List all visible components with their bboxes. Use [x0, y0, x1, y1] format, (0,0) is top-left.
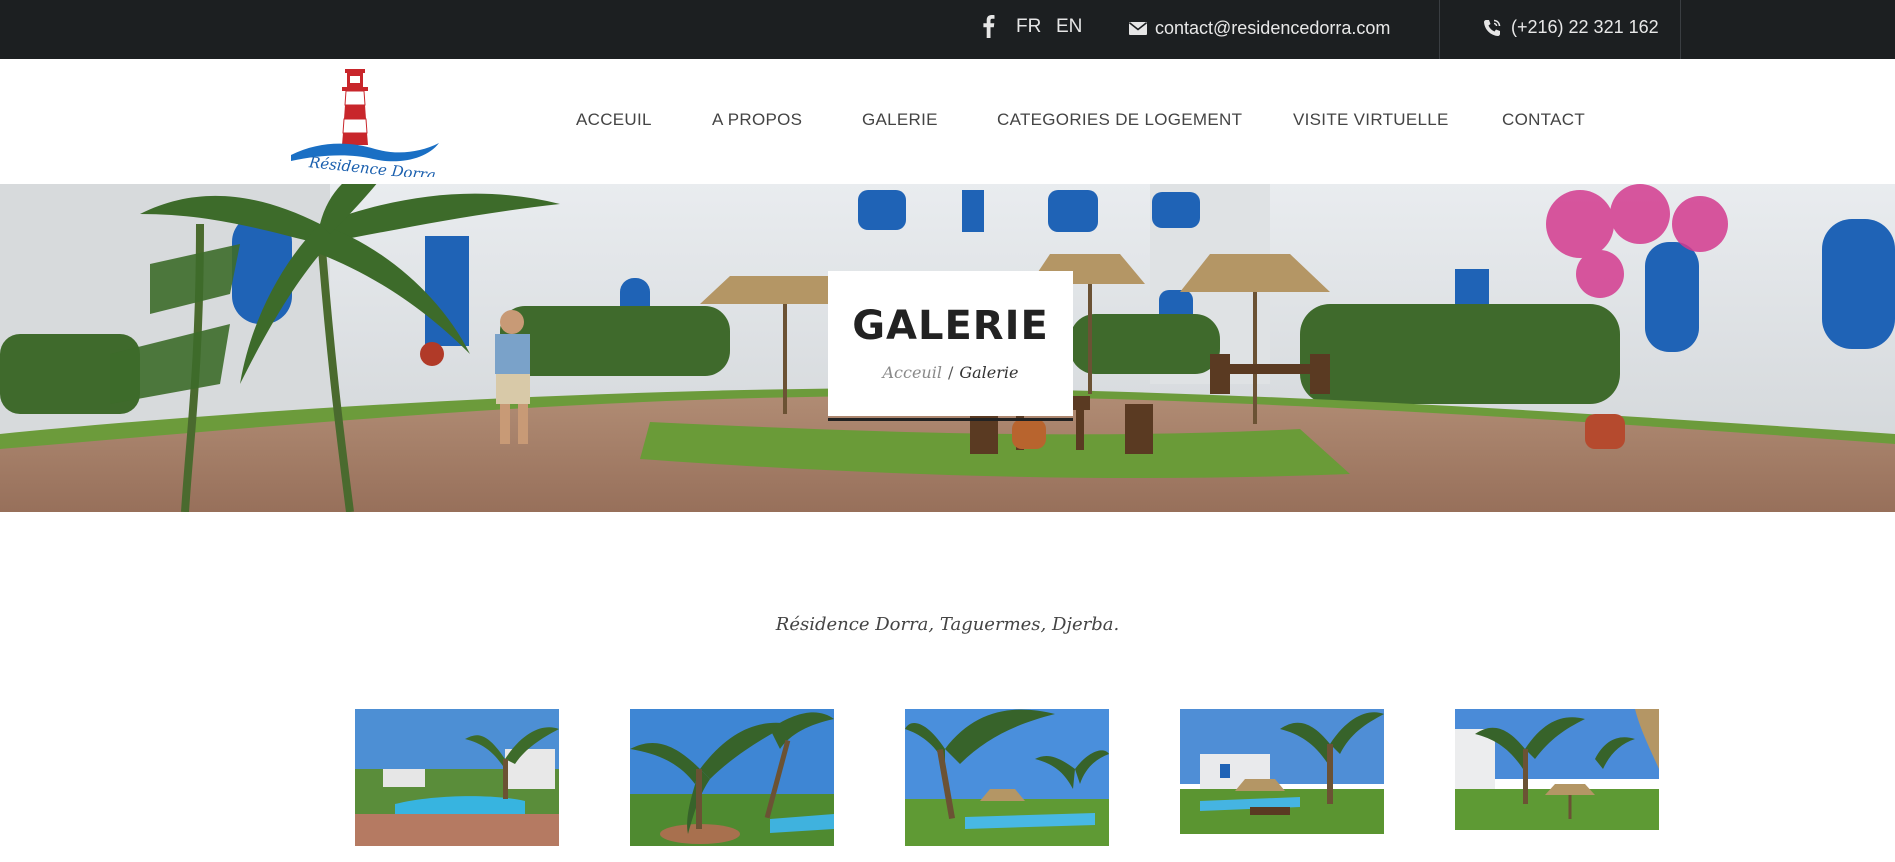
nav-item-a-propos[interactable]: A PROPOS [712, 110, 802, 130]
nav-item-contact[interactable]: CONTACT [1502, 110, 1585, 130]
email-contact[interactable]: contact@residencedorra.com [1129, 18, 1390, 39]
nav-item-categories[interactable]: CATEGORIES DE LOGEMENT [997, 110, 1242, 130]
divider [1680, 0, 1681, 59]
tagline: Résidence Dorra, Taguermes, Djerba. [775, 614, 1120, 635]
nav-item-galerie[interactable]: GALERIE [862, 110, 938, 130]
email-text: contact@residencedorra.com [1155, 18, 1391, 38]
divider [1439, 0, 1440, 59]
gallery-photo [905, 709, 1109, 846]
envelope-icon [1129, 22, 1147, 35]
breadcrumb: Acceuil / Galerie [828, 363, 1073, 382]
gallery-photo [355, 709, 559, 846]
gallery-image[interactable] [1455, 709, 1659, 830]
lang-fr-link[interactable]: FR [1016, 16, 1041, 38]
page-title-box: GALERIE Acceuil / Galerie [828, 271, 1073, 421]
nav-item-visite-virtuelle[interactable]: VISITE VIRTUELLE [1293, 110, 1449, 130]
facebook-icon[interactable] [980, 14, 996, 38]
gallery-image[interactable] [1180, 709, 1384, 834]
gallery-image[interactable] [630, 709, 834, 846]
phone-icon [1484, 19, 1501, 36]
gallery-photo [630, 709, 834, 846]
breadcrumb-home-link[interactable]: Acceuil [882, 363, 941, 382]
phone-contact[interactable]: (+216) 22 321 162 [1482, 17, 1659, 38]
nav-item-acceuil[interactable]: ACCEUIL [576, 110, 652, 130]
page-title: GALERIE [852, 303, 1049, 349]
lang-en-link[interactable]: EN [1056, 16, 1082, 38]
main-nav: ACCEUIL A PROPOS GALERIE CATEGORIES DE L… [0, 110, 1895, 134]
gallery-image[interactable] [355, 709, 559, 846]
breadcrumb-current: Galerie [959, 363, 1019, 382]
gallery-image[interactable] [905, 709, 1109, 846]
breadcrumb-separator: / [947, 363, 954, 382]
gallery-photo [1180, 709, 1384, 834]
top-bar: FR EN contact@residencedorra.com (+216) … [0, 0, 1895, 59]
gallery-photo [1455, 709, 1659, 830]
phone-text: (+216) 22 321 162 [1511, 17, 1659, 37]
